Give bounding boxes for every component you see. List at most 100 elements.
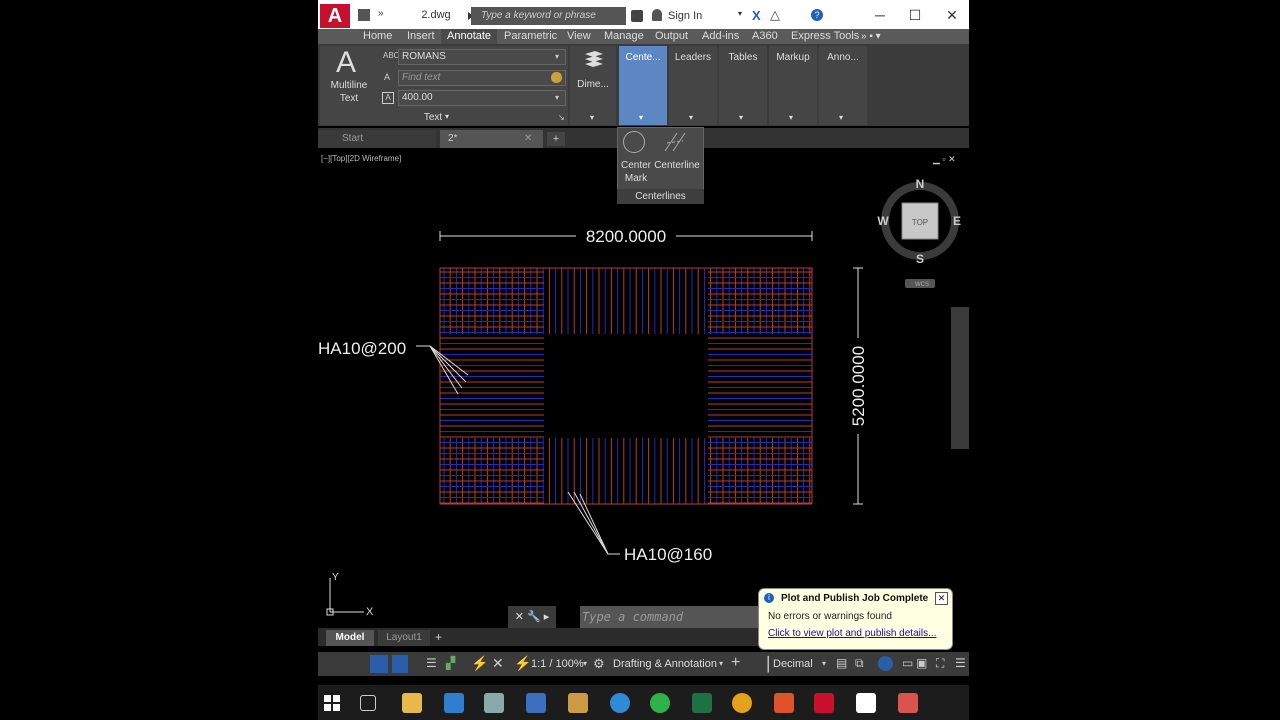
tab-home[interactable]: Home [363, 29, 392, 44]
workspace-dropdown-icon[interactable]: ▾ [719, 659, 723, 668]
tab-express-tools[interactable]: Express Tools [791, 29, 859, 44]
file-tab-start[interactable]: Start [318, 130, 436, 148]
file-explorer-icon[interactable] [402, 693, 422, 713]
text-settings-icon[interactable]: ↘ [558, 113, 565, 122]
annotation-scale-dropdown-icon[interactable]: ▾ [583, 659, 587, 668]
tables-dropdown-icon[interactable]: ▾ [739, 113, 743, 122]
wcs-label[interactable]: WCS [915, 282, 929, 288]
task-view-icon[interactable] [360, 695, 376, 711]
search-input[interactable]: Type a keyword or phrase [471, 7, 626, 25]
compass-west[interactable]: W [877, 214, 889, 228]
centerline-label[interactable]: Centerline [653, 160, 701, 171]
viewcube-top-label[interactable]: TOP [912, 218, 928, 227]
markup-panel-label[interactable]: Markup [769, 52, 817, 63]
annotation-scale[interactable]: 1:1 / 100% [531, 652, 584, 676]
multiline-text-label-1[interactable]: Multiline [324, 80, 374, 91]
find-text-input[interactable]: Find text [398, 70, 566, 86]
help-icon[interactable]: ? [811, 9, 823, 21]
tab-view[interactable]: View [567, 29, 591, 44]
spell-check-icon[interactable]: ABC [383, 51, 399, 60]
text-style-icon[interactable]: A [384, 72, 390, 82]
minimize-button[interactable]: ─ [863, 3, 897, 27]
maximize-button[interactable]: ☐ [898, 3, 932, 27]
sign-in-dropdown-icon[interactable]: ▾ [738, 9, 742, 18]
customization-icon[interactable]: ☰ [955, 656, 966, 670]
units-icon[interactable]: ▕ [758, 656, 769, 673]
annotation-monitor-icon[interactable]: ⚡ [471, 655, 488, 672]
autocad-logo-button[interactable]: A [320, 4, 350, 28]
centerlines-panel-label[interactable]: Cente... [619, 52, 667, 63]
windows-start-icon[interactable] [322, 693, 342, 713]
center-mark-label-1[interactable]: Center [618, 160, 654, 171]
dimension-icon[interactable] [583, 50, 605, 68]
tab-model[interactable]: Model [326, 630, 374, 646]
annotation-scaling-panel-label[interactable]: Anno... [819, 52, 867, 63]
close-button[interactable]: ✕ [935, 3, 969, 27]
auto-scale-icon[interactable]: ⚡ [514, 655, 531, 672]
tab-manage[interactable]: Manage [604, 29, 644, 44]
annotation-scaling-dropdown-icon[interactable]: ▾ [839, 113, 843, 122]
word-like-icon[interactable] [526, 693, 546, 713]
isolate-objects-icon[interactable] [878, 656, 893, 671]
text-panel-dropdown-icon[interactable]: ▾ [445, 112, 449, 121]
mail-icon[interactable] [444, 693, 464, 713]
wechat-icon[interactable] [650, 693, 670, 713]
hardware-acceleration-icon[interactable]: ▣ [916, 656, 927, 670]
add-layout-button[interactable]: + [435, 630, 442, 644]
workspace-gear-icon[interactable]: ⚙ [593, 656, 605, 672]
chrome-icon[interactable] [732, 693, 752, 713]
quick-properties-icon[interactable]: ▤ [836, 656, 847, 670]
text-height-icon[interactable]: A [382, 92, 394, 104]
navigation-bar[interactable] [951, 307, 969, 449]
centerlines-dropdown-icon[interactable]: ▾ [639, 113, 643, 122]
tab-parametric[interactable]: Parametric [504, 29, 557, 44]
plot-status-icon[interactable]: ▭ [902, 656, 913, 670]
tab-a360[interactable]: A360 [752, 29, 778, 44]
markup-dropdown-icon[interactable]: ▾ [789, 113, 793, 122]
vertical-dimension-text[interactable]: 5200.0000 [849, 346, 868, 426]
units-dropdown-icon[interactable]: ▾ [822, 659, 826, 668]
centerline-icon[interactable] [663, 131, 687, 153]
horizontal-dimension-text[interactable]: 8200.0000 [586, 227, 666, 246]
quick-access-icon[interactable] [358, 9, 370, 21]
multiline-text-icon[interactable]: A [336, 46, 356, 80]
text-height-select[interactable]: 400.00 [398, 90, 566, 106]
office-icon[interactable] [898, 693, 918, 713]
find-replace-icon[interactable] [551, 72, 562, 83]
leaders-panel-label[interactable]: Leaders [669, 52, 717, 63]
units-select[interactable]: Decimal [773, 652, 813, 676]
exchange-icon[interactable]: X [752, 8, 761, 23]
command-input[interactable]: Type a command [580, 606, 760, 628]
excel-icon[interactable] [692, 693, 712, 713]
tables-panel-label[interactable]: Tables [719, 52, 767, 63]
a360-icon[interactable]: △ [770, 7, 780, 23]
paint-icon[interactable] [568, 693, 588, 713]
file-tab-close-icon[interactable]: ✕ [524, 133, 532, 144]
snap-mode-icon[interactable] [370, 655, 388, 673]
add-icon[interactable]: + [731, 654, 740, 672]
center-mark-label-2[interactable]: Mark [618, 173, 654, 184]
notification-close-button[interactable]: ✕ [935, 592, 948, 605]
compass-east[interactable]: E [953, 214, 961, 228]
text-style-dropdown-icon[interactable]: ▾ [555, 52, 559, 61]
leader-label-left[interactable]: HA10@200 [318, 339, 406, 358]
more-tabs-icon[interactable]: » ▪ ▾ [861, 29, 881, 44]
tab-layout1[interactable]: Layout1 [378, 630, 430, 646]
lineweight-icon[interactable]: ☰ [426, 656, 437, 670]
edge-icon[interactable] [610, 693, 630, 713]
clean-screen-icon[interactable]: ⛶ [936, 656, 944, 671]
brave-icon[interactable] [774, 693, 794, 713]
annotation-visibility-icon[interactable]: ✕ [492, 655, 504, 672]
text-height-dropdown-icon[interactable]: ▾ [555, 93, 559, 102]
center-mark-icon[interactable] [623, 131, 645, 153]
multiline-text-label-2[interactable]: Text [324, 93, 374, 104]
tab-add-ins[interactable]: Add-ins [702, 29, 739, 44]
text-style-select[interactable]: ROMANS [398, 49, 566, 65]
tab-insert[interactable]: Insert [407, 29, 435, 44]
autocad-taskbar-icon[interactable] [814, 693, 834, 713]
binoculars-icon[interactable] [631, 10, 643, 22]
compass-north[interactable]: N [916, 177, 925, 191]
leader-label-bottom[interactable]: HA10@160 [624, 545, 712, 564]
new-file-tab-button[interactable]: + [547, 132, 565, 146]
capcut-icon[interactable] [856, 693, 876, 713]
